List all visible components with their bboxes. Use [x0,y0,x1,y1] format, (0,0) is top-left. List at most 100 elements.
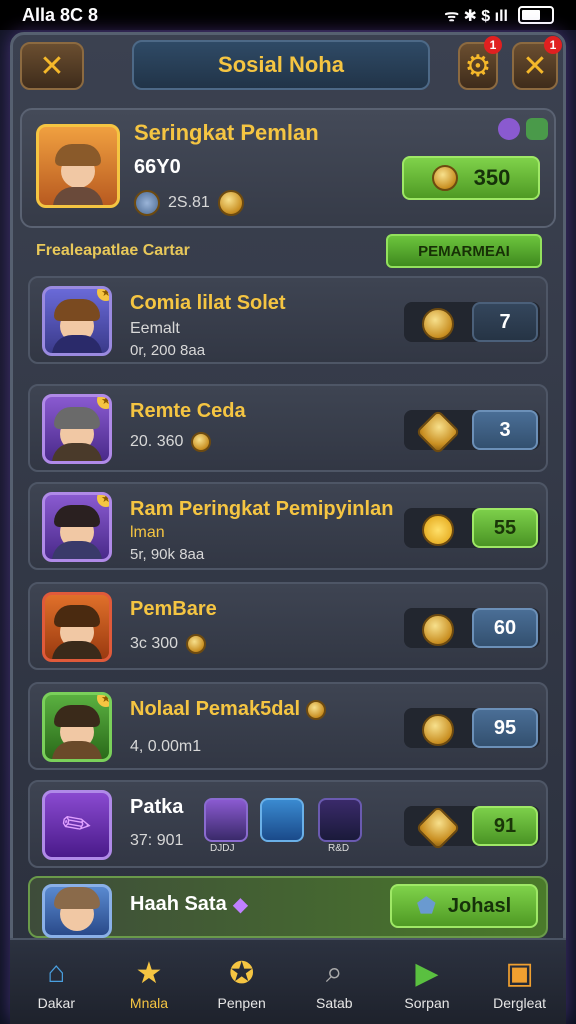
medal-icon: ✪ [229,956,255,990]
score-value: 7 [472,302,538,342]
list-item[interactable]: ★ Comia lilat Solet Eemalt 0r, 200 8aa 7 [28,276,548,364]
top-player-card[interactable]: Seringkat Pemlan 66Y0 2S.81 350 [20,108,556,228]
nav-label: Penpen [217,995,266,1011]
nav-item-satab[interactable]: ⌕ Satab [289,953,379,1011]
row-stat: 3c 300 [130,635,179,652]
star-icon: ★ [97,397,109,409]
star-icon: ★ [135,956,163,990]
gem-icon [498,118,520,140]
avatar: ★ [42,492,112,562]
coin-icon [422,308,454,340]
avatar [42,592,112,662]
item-label: R&D [328,843,350,854]
section-label: Frealeapatlae Cartar [36,242,190,259]
nav-label: Satab [316,995,353,1011]
notification-badge: 1 [484,36,502,54]
score-value: 3 [472,410,538,450]
score-box: 7 [404,302,540,342]
potion-icon: ✎ [42,790,112,860]
nav-item-dakar[interactable]: ⌂ Dakar [11,953,101,1011]
list-item[interactable]: PemBare 3c 300 60 [28,582,548,670]
play-icon: ▶ [415,956,439,990]
row-stat: 5r, 90k 8aa [130,546,205,563]
coin-icon [422,614,454,646]
shield-icon: ⬟ [416,893,436,918]
row-name: Ram Peringkat Pemipyinlan [130,498,394,520]
section-button[interactable]: PEMARMEAI [386,234,542,268]
gem-icon [415,805,461,851]
nav-label: Sorpan [404,995,450,1011]
gem-icon [415,409,461,455]
row-stat: 20. 360 [130,433,184,450]
player-score: 66Y0 [134,156,181,178]
list-item[interactable]: ★ Nolaal Pemak5dal 4, 0.00m1 95 [28,682,548,770]
avatar: ★ [42,692,112,762]
coin-icon [191,432,212,452]
chest-icon: ▣ [505,956,534,990]
score-box: 95 [404,708,540,748]
row-name: Patka [130,796,184,818]
nav-label: Dakar [37,995,75,1011]
score-box: 91 [404,805,540,851]
item-slot[interactable] [260,798,304,842]
close-icon: ✕ [39,49,65,83]
row-name: PemBare [130,598,217,620]
row-stat: 37: 901 [130,832,184,849]
row-subtitle: Eemalt [130,320,180,337]
join-button[interactable]: ⬟ Johasl [390,884,538,928]
list-item[interactable]: ✎ Patka 37: 901 DJDJ R&D 91 [28,780,548,868]
player-avatar [36,124,120,208]
nav-label: Dergleat [493,995,547,1011]
nav-item-penpen[interactable]: ✪ Penpen [197,953,287,1012]
castle-icon: ⌂ [47,956,66,989]
list-item[interactable]: Haah Sata ◆ ⬟ Johasl [28,876,548,938]
star-icon: ★ [97,695,109,707]
gear-icon: ⚙ [464,49,492,83]
star-icon [422,514,454,546]
close-button[interactable]: ✕ 1 [512,36,562,90]
chevron-down-icon[interactable] [526,118,548,140]
battery-icon [518,6,554,24]
row-name: Nolaal Pemak5dal [130,698,301,720]
bottom-nav: ⌂ Dakar ★ Mnala ✪ Penpen ⌕ Satab ▶ Sorpa… [10,938,566,1024]
score-value: 95 [472,708,538,748]
settings-button[interactable]: ⚙ 1 [458,36,502,90]
star-icon: ★ [97,495,109,507]
player-stat: 2S.81 [168,194,210,211]
signal-icons: ᯤ ✱ $ ıll [444,8,508,25]
nav-label: Mnala [129,995,169,1011]
score-value: 60 [472,608,538,648]
back-button[interactable]: ✕ [20,42,84,90]
status-bar: Alla 8C 8 ᯤ ✱ $ ıll [0,0,576,30]
status-icons: ᯤ ✱ $ ıll [444,4,554,26]
row-subtitle: lman [130,524,165,541]
row-stat: 4, 0.00m1 [130,738,202,755]
close-icon: ✕ [522,49,548,83]
row-name: Haah Sata [130,893,227,915]
nav-item-mnala[interactable]: ★ Mnala [104,953,194,1012]
star-icon: ★ [97,289,109,301]
row-name: Comia lilat Solet [130,292,286,314]
score-value: 91 [472,806,538,846]
item-label: DJDJ [210,843,235,854]
coin-icon [306,699,327,720]
item-slot[interactable]: DJDJ [204,798,248,854]
avatar [42,884,112,938]
nav-item-sorpan[interactable]: ▶ Sorpan [382,953,472,1012]
list-item[interactable]: ★ Remte Ceda 20. 360 3 [28,384,548,472]
score-value: 55 [472,508,538,548]
leaf-icon [431,165,458,191]
list-item[interactable]: ★ Ram Peringkat Pemipyinlan lman 5r, 90k… [28,482,548,570]
avatar: ★ [42,394,112,464]
item-slot[interactable]: R&D [318,798,362,854]
helmet-icon [134,190,160,216]
coin-icon [422,714,454,746]
search-icon: ⌕ [325,956,343,989]
nav-item-dergleat[interactable]: ▣ Dergleat [475,953,565,1012]
status-time: Alla 8C 8 [22,4,99,25]
player-value-button[interactable]: 350 [402,156,540,200]
notification-badge: 1 [544,36,562,54]
page-title: Sosial Noha [132,40,430,90]
score-box: 60 [404,608,540,648]
row-stat: 0r, 200 8aa [130,342,206,359]
